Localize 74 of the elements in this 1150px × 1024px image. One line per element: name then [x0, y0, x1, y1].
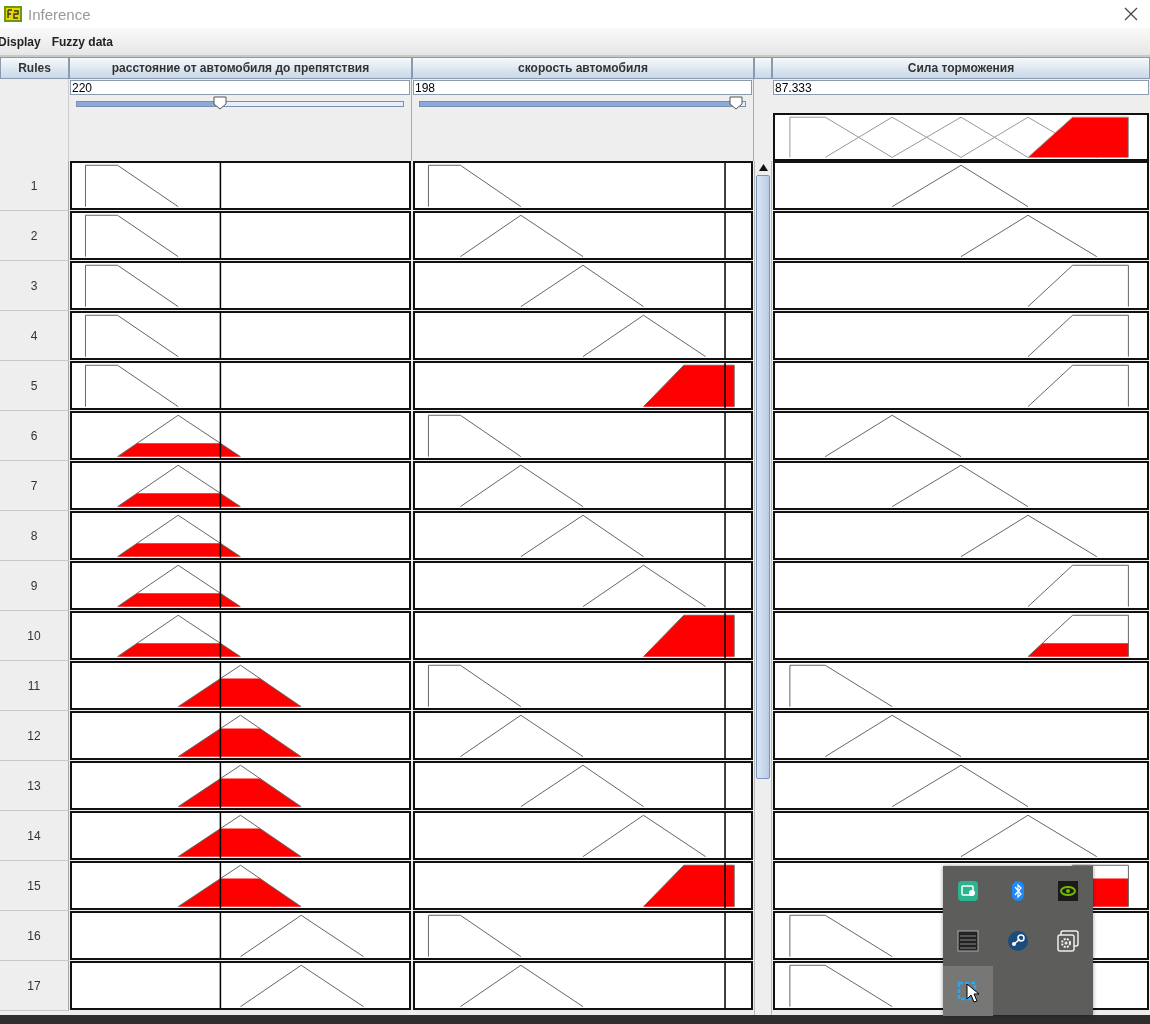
- rule-number: 11: [0, 661, 69, 711]
- input-value-line: [219, 563, 222, 608]
- input-value-line: [724, 813, 726, 858]
- tray-item[interactable]: [943, 966, 993, 1016]
- column-header: Rules: [0, 57, 69, 79]
- input-value-line: [724, 613, 726, 658]
- input-value-line: [724, 713, 726, 758]
- rule-number: 12: [0, 711, 69, 761]
- app-icon: [4, 6, 22, 22]
- input-value-line: [219, 413, 222, 458]
- input-value-line: [219, 513, 222, 558]
- rule-number: 6: [0, 411, 69, 461]
- input-value-line: [724, 863, 726, 908]
- input-value-line: [219, 913, 222, 958]
- input-value-line: [219, 713, 222, 758]
- input-value-line: [219, 863, 222, 908]
- rule-number: 13: [0, 761, 69, 811]
- rule-number: 17: [0, 961, 69, 1011]
- input-value-line: [724, 463, 726, 508]
- scrollbar[interactable]: [754, 161, 772, 1015]
- dashed-square-icon[interactable]: [957, 980, 979, 1002]
- input-value-line: [724, 363, 726, 408]
- slider[interactable]: [76, 96, 404, 110]
- menu-item[interactable]: Fuzzy data: [51, 34, 114, 49]
- rule-number: 2: [0, 211, 69, 261]
- grid-icon[interactable]: [957, 930, 979, 952]
- input-value-line: [724, 213, 726, 258]
- column-header: Сила торможения: [772, 57, 1150, 79]
- input-value-line: [219, 163, 222, 208]
- input-value-line: [724, 263, 726, 308]
- rule-number: 9: [0, 561, 69, 611]
- rule-number: 3: [0, 261, 69, 311]
- input-value-line: [724, 913, 726, 958]
- input-value-line: [724, 163, 726, 208]
- rule-number: 4: [0, 311, 69, 361]
- scroll-up-icon[interactable]: [758, 163, 769, 172]
- input-value-line: [219, 263, 222, 308]
- rule-number: 10: [0, 611, 69, 661]
- column-header: расстояние от автомобиля до препятствия: [69, 57, 412, 79]
- scroll-thumb[interactable]: [756, 175, 770, 779]
- input-value-line: [219, 463, 222, 508]
- slider[interactable]: [419, 96, 746, 110]
- header-corner: [754, 57, 772, 79]
- gear-icon[interactable]: [1057, 930, 1079, 952]
- input-value-line: [219, 613, 222, 658]
- input-value-line: [219, 313, 222, 358]
- rule-number: 1: [0, 161, 69, 211]
- card-icon[interactable]: [957, 880, 979, 902]
- input-value-line: [219, 963, 222, 1008]
- input-value-line: [219, 363, 222, 408]
- steam-logo-icon[interactable]: [1007, 930, 1029, 952]
- input-value-line: [724, 413, 726, 458]
- rule-number: 7: [0, 461, 69, 511]
- input-value-line: [724, 313, 726, 358]
- input-value-line: [724, 513, 726, 558]
- eye-logo-icon[interactable]: [1057, 880, 1079, 902]
- window-title: Inference: [28, 5, 91, 23]
- rule-number: 5: [0, 361, 69, 411]
- input-value-line: [219, 663, 222, 708]
- rule-number: 16: [0, 911, 69, 961]
- rule-number: 8: [0, 511, 69, 561]
- input-value-line: [724, 663, 726, 708]
- input-value-line: [724, 563, 726, 608]
- close-icon[interactable]: [1124, 7, 1138, 21]
- rule-number: 15: [0, 861, 69, 911]
- input-value-line: [724, 763, 726, 808]
- input-value-line: [724, 963, 726, 1008]
- column-header: скорость автомобиля: [412, 57, 754, 79]
- input-value-line: [219, 213, 222, 258]
- mouse-pointer-icon: [966, 983, 980, 1003]
- input-value-line: [219, 813, 222, 858]
- rule-number: 14: [0, 811, 69, 861]
- value-field[interactable]: 87.333: [773, 80, 1149, 95]
- input-value-line: [219, 763, 222, 808]
